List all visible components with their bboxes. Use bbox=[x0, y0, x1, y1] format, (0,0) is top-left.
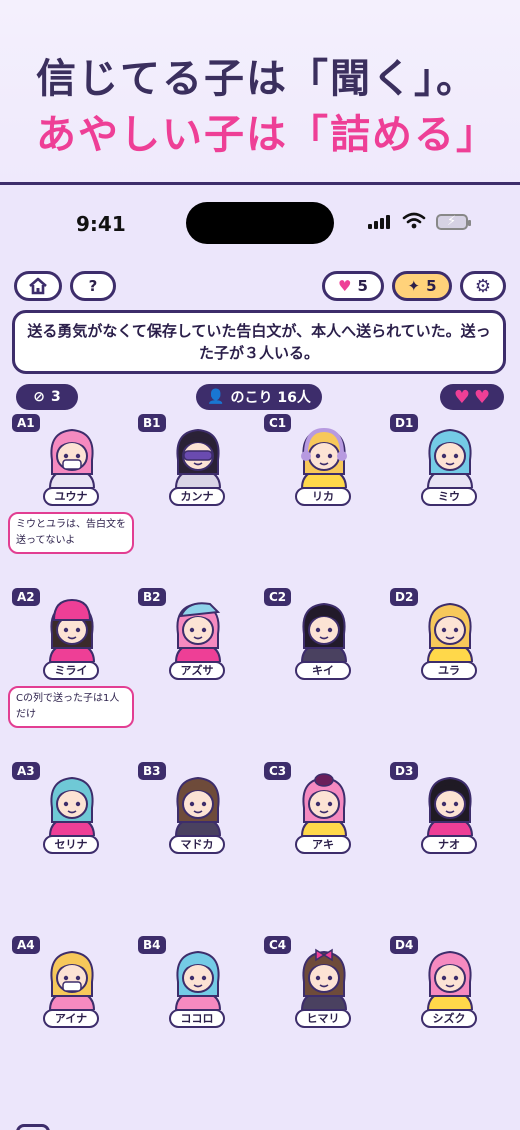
status-time: 9:41 bbox=[76, 212, 126, 236]
character-card[interactable]: B4 ココロ bbox=[138, 936, 256, 1036]
avatar-icon bbox=[426, 950, 474, 1010]
home-button[interactable] bbox=[14, 271, 62, 301]
character-name: キイ bbox=[295, 661, 351, 680]
coordinate-label: B4 bbox=[138, 936, 166, 954]
avatar-icon bbox=[48, 950, 96, 1010]
character-card[interactable]: B2 アズサ bbox=[138, 588, 256, 688]
character-name: ナオ bbox=[421, 835, 477, 854]
coordinate-label: C4 bbox=[264, 936, 292, 954]
sparkles-counter[interactable]: ✦ 5 bbox=[392, 271, 452, 301]
avatar-icon bbox=[300, 427, 348, 488]
avatar-icon bbox=[426, 428, 474, 488]
dynamic-island bbox=[186, 202, 334, 244]
avatar-icon bbox=[300, 948, 348, 1010]
coordinate-label: A2 bbox=[12, 588, 40, 606]
wifi-icon bbox=[402, 212, 426, 229]
people-icon: 👤 bbox=[207, 389, 225, 405]
accused-counter[interactable]: ⊘ 3 bbox=[16, 384, 78, 410]
character-card[interactable]: D2 ユラ bbox=[390, 588, 508, 688]
avatar-icon bbox=[174, 950, 222, 1010]
coordinate-label: A3 bbox=[12, 762, 40, 780]
character-card[interactable]: C4 ヒマリ bbox=[264, 936, 382, 1036]
character-card[interactable]: C3 アキ bbox=[264, 762, 382, 862]
home-icon bbox=[29, 277, 47, 295]
character-card[interactable]: C1 リカ bbox=[264, 414, 382, 514]
avatar-icon bbox=[48, 776, 96, 836]
coordinate-label: A4 bbox=[12, 936, 40, 954]
character-card[interactable]: A2 ミライ bbox=[12, 588, 130, 688]
settings-button[interactable]: ⚙ bbox=[460, 271, 506, 301]
heart-icon: ♥ bbox=[453, 386, 470, 408]
prompt-text: 送る勇気がなくて保存していた告白文が、本人へ送られていた。送った子が３人いる。 bbox=[27, 322, 491, 362]
battery-icon: ⚡ bbox=[436, 214, 471, 230]
promo-headline-2: あやしい子は「詰める」 bbox=[36, 112, 498, 158]
character-name: アイナ bbox=[43, 1009, 99, 1028]
promo-banner: 信じてる子は「聞く」。 あやしい子は「詰める」 bbox=[0, 0, 520, 183]
coordinate-label: B2 bbox=[138, 588, 166, 606]
character-name: マドカ bbox=[169, 835, 225, 854]
character-name: ココロ bbox=[169, 1009, 225, 1028]
avatar-icon bbox=[426, 602, 474, 662]
avatar-icon bbox=[174, 602, 222, 662]
character-name: ヒマリ bbox=[295, 1009, 351, 1028]
coordinate-label: A1 bbox=[12, 414, 40, 432]
coordinate-label: B1 bbox=[138, 414, 166, 432]
avatar-icon bbox=[300, 773, 348, 836]
hint-bubble: ミウとユラは、告白文を送ってないよ bbox=[8, 512, 134, 554]
help-button[interactable]: ? bbox=[70, 271, 116, 301]
sparkles-count: 5 bbox=[426, 277, 437, 295]
remaining-counter: 👤 のこり 16人 bbox=[196, 384, 322, 410]
hint-bubble: Cの列で送った子は1人だけ bbox=[8, 686, 134, 728]
avatar-icon bbox=[48, 598, 96, 662]
character-card[interactable]: B3 マドカ bbox=[138, 762, 256, 862]
lives-indicator: ♥ ♥ bbox=[440, 384, 504, 410]
badge-off-icon: ⊘ bbox=[33, 389, 45, 405]
coordinate-label: C3 bbox=[264, 762, 292, 780]
coordinate-label: D1 bbox=[390, 414, 419, 432]
character-card[interactable]: C2 キイ bbox=[264, 588, 382, 688]
divider bbox=[0, 182, 520, 185]
remaining-label: のこり 16人 bbox=[230, 390, 311, 406]
accused-count: 3 bbox=[50, 389, 61, 405]
avatar-icon bbox=[174, 428, 222, 488]
heart-icon: ♥ bbox=[474, 386, 491, 408]
coordinate-label: D4 bbox=[390, 936, 419, 954]
hearts-counter[interactable]: ♥ 5 bbox=[322, 271, 384, 301]
gear-icon: ⚙ bbox=[474, 275, 492, 297]
coordinate-label: C2 bbox=[264, 588, 292, 606]
character-card[interactable]: D4 シズク bbox=[390, 936, 508, 1036]
character-name: リカ bbox=[295, 487, 351, 506]
character-card[interactable]: A4 アイナ bbox=[12, 936, 130, 1036]
avatar-icon bbox=[300, 602, 348, 662]
character-card[interactable]: D1 ミウ bbox=[390, 414, 508, 514]
hearts-count: 5 bbox=[357, 277, 368, 295]
heart-icon: ♥ bbox=[338, 277, 352, 295]
character-name: ユウナ bbox=[43, 487, 99, 506]
avatar-icon bbox=[426, 776, 474, 836]
avatar-icon bbox=[48, 428, 96, 488]
character-card[interactable]: D3 ナオ bbox=[390, 762, 508, 862]
character-card[interactable]: A3 セリナ bbox=[12, 762, 130, 862]
character-name: セリナ bbox=[43, 835, 99, 854]
sparkle-icon: ✦ bbox=[407, 277, 421, 295]
character-card[interactable]: B1 カンナ bbox=[138, 414, 256, 514]
help-label: ? bbox=[88, 277, 98, 295]
drawer-handle[interactable] bbox=[16, 1124, 50, 1130]
coordinate-label: C1 bbox=[264, 414, 292, 432]
character-name: カンナ bbox=[169, 487, 225, 506]
promo-headline-1: 信じてる子は「聞く」。 bbox=[36, 56, 478, 102]
coordinate-label: D2 bbox=[390, 588, 419, 606]
coordinate-label: D3 bbox=[390, 762, 419, 780]
cellular-signal-icon bbox=[368, 215, 390, 229]
character-name: ミライ bbox=[43, 661, 99, 680]
mission-prompt: 送る勇気がなくて保存していた告白文が、本人へ送られていた。送った子が３人いる。 bbox=[12, 310, 506, 374]
character-card[interactable]: A1 ユウナ bbox=[12, 414, 130, 514]
character-name: ユラ bbox=[421, 661, 477, 680]
coordinate-label: B3 bbox=[138, 762, 166, 780]
character-name: アキ bbox=[295, 835, 351, 854]
character-name: シズク bbox=[421, 1009, 477, 1028]
character-name: アズサ bbox=[169, 661, 225, 680]
character-name: ミウ bbox=[421, 487, 477, 506]
avatar-icon bbox=[174, 776, 222, 836]
